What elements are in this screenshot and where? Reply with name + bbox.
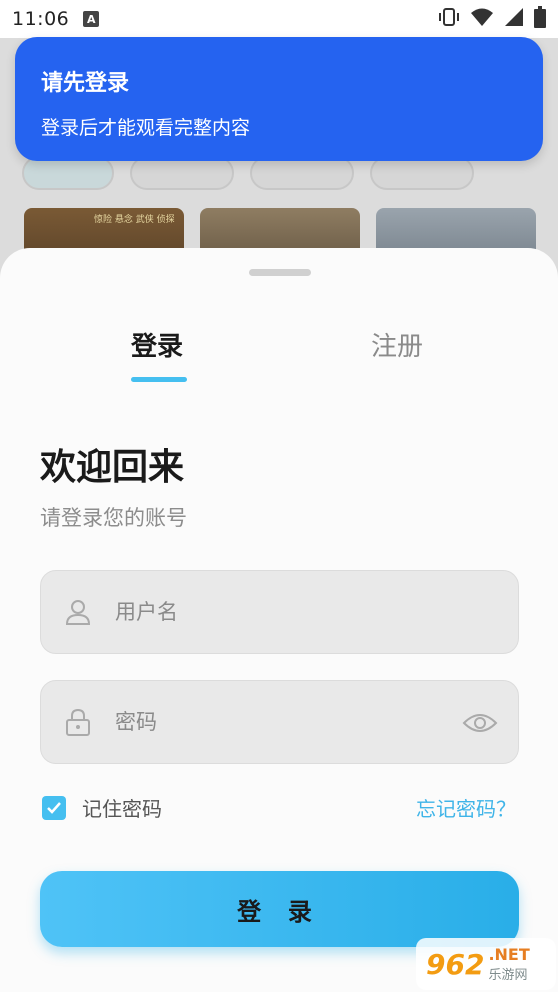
vibrate-icon [438, 6, 460, 32]
status-bar: 11:06 A [0, 0, 558, 38]
password-input[interactable] [115, 710, 415, 734]
background-chip [370, 156, 474, 190]
status-time: 11:06 [12, 8, 70, 30]
background-chips [22, 156, 474, 190]
login-sheet: 登录 注册 欢迎回来 请登录您的账号 记住密码 忘记密码？ 登 录 [0, 248, 558, 992]
active-tab-indicator [131, 377, 187, 382]
watermark-number: 962 [426, 947, 485, 981]
username-input[interactable] [115, 600, 415, 624]
remember-label: 记住密码 [82, 797, 162, 821]
battery-icon [534, 6, 546, 32]
remember-password[interactable]: 记住密码 [42, 793, 162, 822]
toast-message: 登录后才能观看完整内容 [41, 117, 251, 139]
background-chip [130, 156, 234, 190]
status-icons [438, 6, 546, 32]
sheet-drag-handle[interactable] [249, 269, 311, 276]
welcome-subtitle: 请登录您的账号 [40, 506, 187, 530]
site-watermark: 962 .NET 乐游网 [416, 938, 556, 990]
password-field[interactable] [40, 680, 519, 764]
login-required-toast: 请先登录 登录后才能观看完整内容 [15, 37, 543, 161]
tab-login[interactable]: 登录 [131, 326, 183, 363]
background-chip [250, 156, 354, 190]
tab-register[interactable]: 注册 [371, 326, 423, 363]
thumbnail-tag: 惊险 悬念 武侠 侦探 [94, 215, 175, 225]
welcome-heading: 欢迎回来 [40, 447, 185, 488]
forgot-password-link[interactable]: 忘记密码？ [416, 793, 516, 822]
watermark-text: .NET 乐游网 [488, 945, 529, 983]
username-field[interactable] [40, 570, 519, 654]
toast-title: 请先登录 [41, 71, 130, 96]
login-button-label: 登 录 [237, 898, 322, 926]
lock-icon [63, 707, 93, 737]
watermark-cn: 乐游网 [488, 968, 528, 983]
watermark-suffix: .NET [488, 945, 530, 964]
eye-icon[interactable] [462, 705, 498, 741]
login-button[interactable]: 登 录 [40, 871, 519, 947]
signal-icon [504, 7, 524, 31]
background-chip [22, 156, 114, 190]
notification-icon: A [83, 11, 100, 27]
user-icon [63, 597, 93, 627]
wifi-icon [470, 7, 494, 31]
remember-checkbox[interactable] [42, 795, 66, 820]
auth-tabs: 登录 注册 [0, 326, 558, 386]
